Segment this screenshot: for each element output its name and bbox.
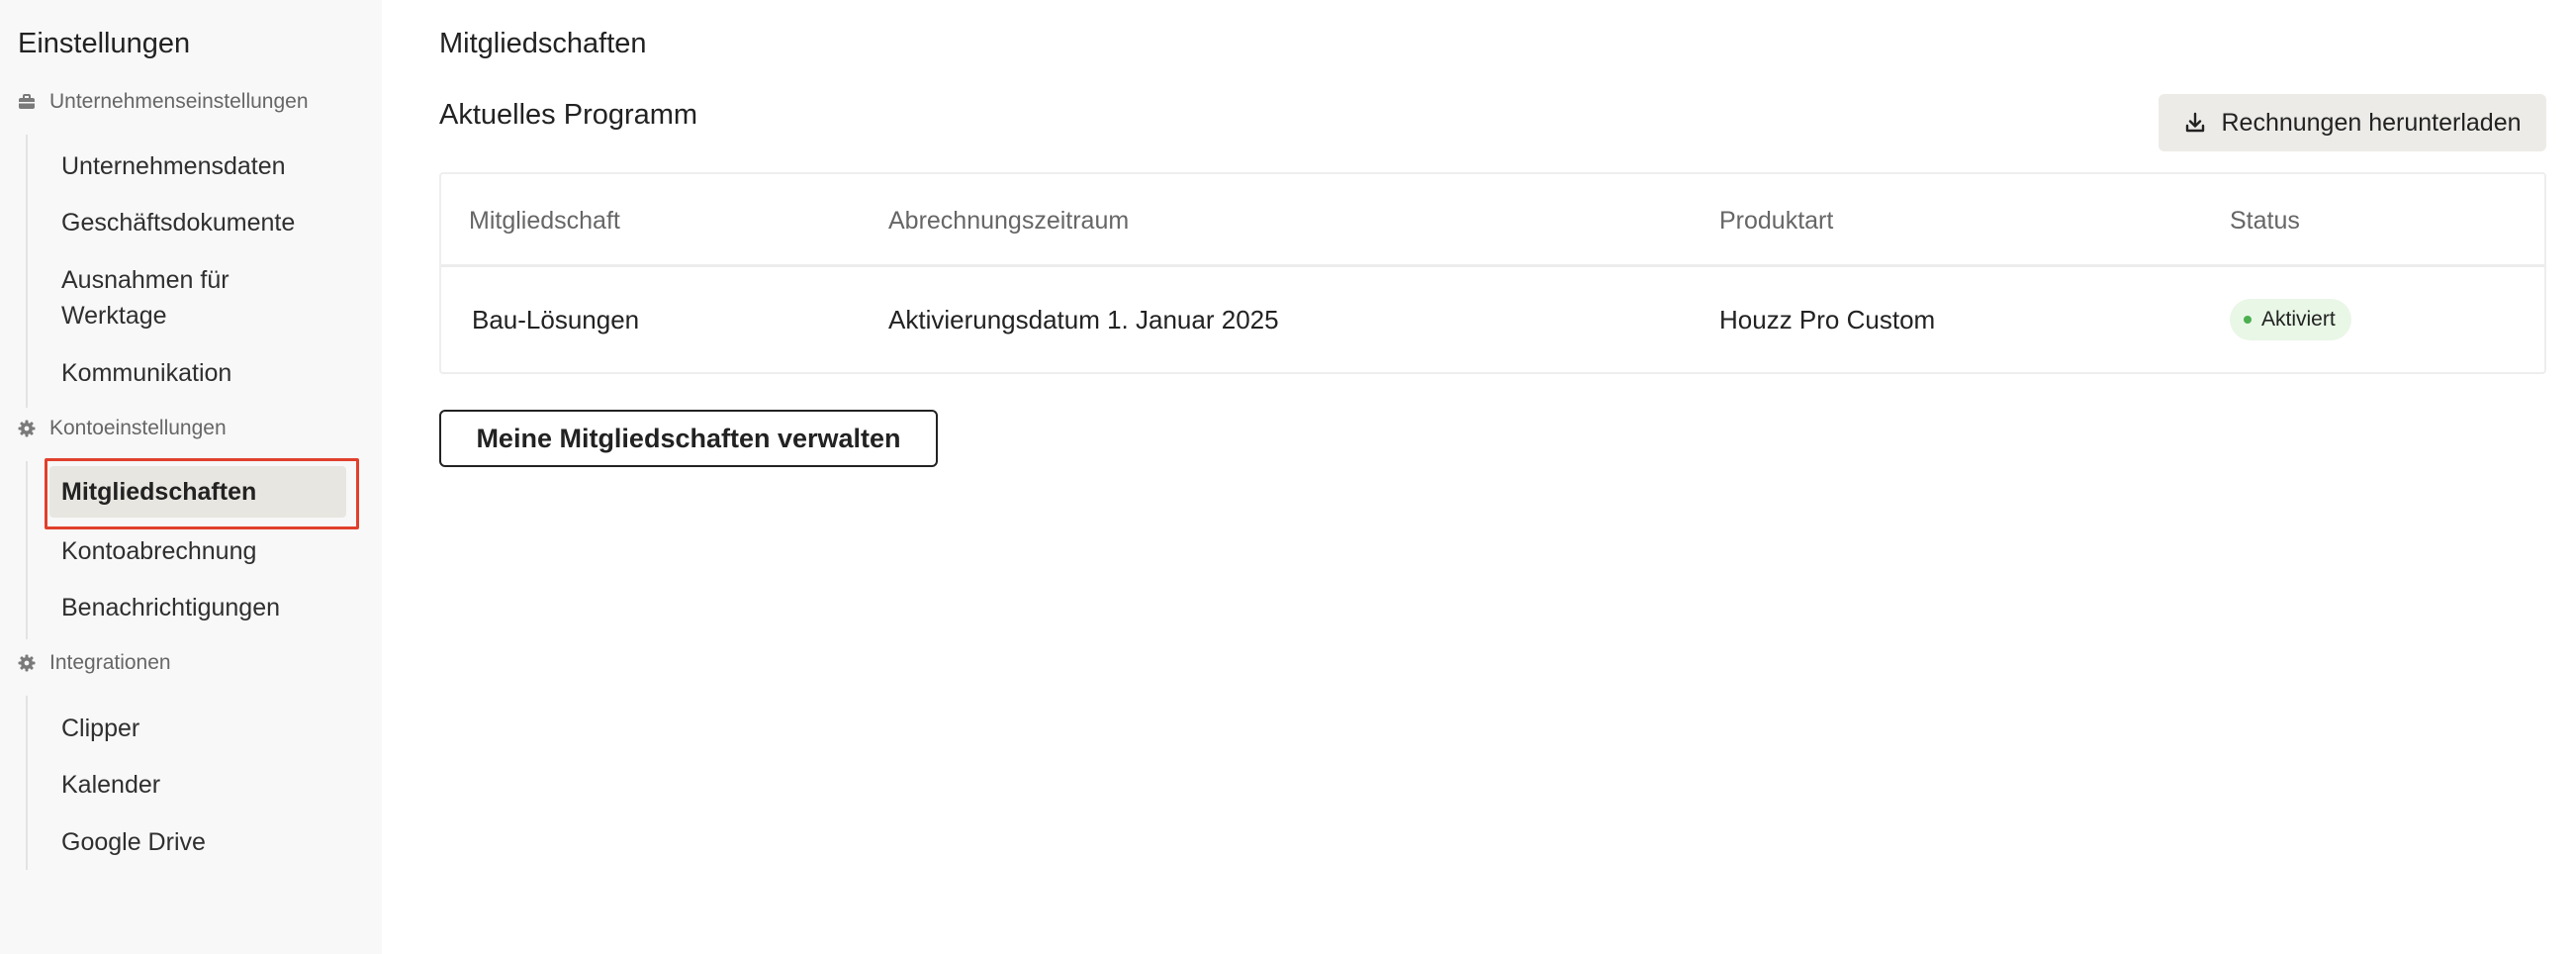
group-header-unternehmenseinstellungen: Unternehmenseinstellungen [18, 82, 309, 122]
sidebar-item-geschaeftsdokumente[interactable]: Geschäftsdokumente [49, 197, 352, 248]
group-divider [26, 461, 28, 639]
sidebar-item-google-drive[interactable]: Google Drive [49, 816, 352, 868]
sidebar-item-kalender[interactable]: Kalender [49, 759, 352, 811]
status-label: Aktiviert [2261, 308, 2336, 331]
sidebar-item-ausnahmen-fuer-werktage[interactable]: Ausnahmen für Werktage [49, 259, 336, 336]
download-icon [2183, 111, 2207, 135]
cell-product-type: Houzz Pro Custom [1719, 304, 1936, 334]
cell-billing-period: Aktivierungsdatum 1. Januar 2025 [888, 304, 1279, 334]
group-header-integrationen: Integrationen [18, 643, 171, 683]
table-header: Mitgliedschaft Abrechnungszeitraum Produ… [441, 174, 2544, 267]
section-title: Aktuelles Programm [439, 99, 698, 131]
group-header-kontoeinstellungen: Kontoeinstellungen [18, 409, 227, 448]
sidebar-item-benachrichtigungen[interactable]: Benachrichtigungen [49, 582, 352, 633]
download-button-label: Rechnungen herunterladen [2221, 108, 2522, 137]
column-header-mitgliedschaft: Mitgliedschaft [469, 206, 620, 235]
gear-icon [18, 654, 36, 672]
cell-membership: Bau-Lösungen [472, 304, 640, 334]
sidebar-item-kommunikation[interactable]: Kommunikation [49, 347, 352, 399]
status-badge: Aktiviert [2230, 299, 2351, 340]
gear-icon [18, 420, 36, 437]
sidebar-item-clipper[interactable]: Clipper [49, 703, 352, 754]
status-dot-icon [2244, 316, 2252, 324]
column-header-produktart: Produktart [1719, 206, 1834, 235]
sidebar-item-unternehmensdaten[interactable]: Unternehmensdaten [49, 141, 352, 192]
manage-memberships-button[interactable]: Meine Mitgliedschaften verwalten [439, 410, 938, 467]
group-label: Integrationen [49, 651, 171, 674]
download-invoices-button[interactable]: Rechnungen herunterladen [2159, 94, 2546, 151]
sidebar-item-kontoabrechnung[interactable]: Kontoabrechnung [49, 525, 352, 577]
briefcase-icon [18, 93, 36, 111]
group-label: Unternehmenseinstellungen [49, 90, 309, 113]
page-title: Mitgliedschaften [439, 28, 647, 59]
settings-sidebar: Einstellungen Unternehmenseinstellungen … [0, 0, 382, 954]
memberships-table: Mitgliedschaft Abrechnungszeitraum Produ… [439, 172, 2546, 374]
group-divider [26, 696, 28, 870]
group-divider [26, 135, 28, 408]
group-label: Kontoeinstellungen [49, 417, 227, 439]
sidebar-item-mitgliedschaften[interactable]: Mitgliedschaften [49, 466, 346, 518]
column-header-abrechnungszeitraum: Abrechnungszeitraum [888, 206, 1130, 235]
table-row: Bau-Lösungen Aktivierungsdatum 1. Januar… [441, 267, 2544, 372]
sidebar-title: Einstellungen [18, 28, 191, 59]
cell-status: Aktiviert [2230, 267, 2351, 372]
column-header-status: Status [2230, 206, 2300, 235]
main-content: Mitgliedschaften Aktuelles Programm Rech… [382, 0, 2576, 954]
